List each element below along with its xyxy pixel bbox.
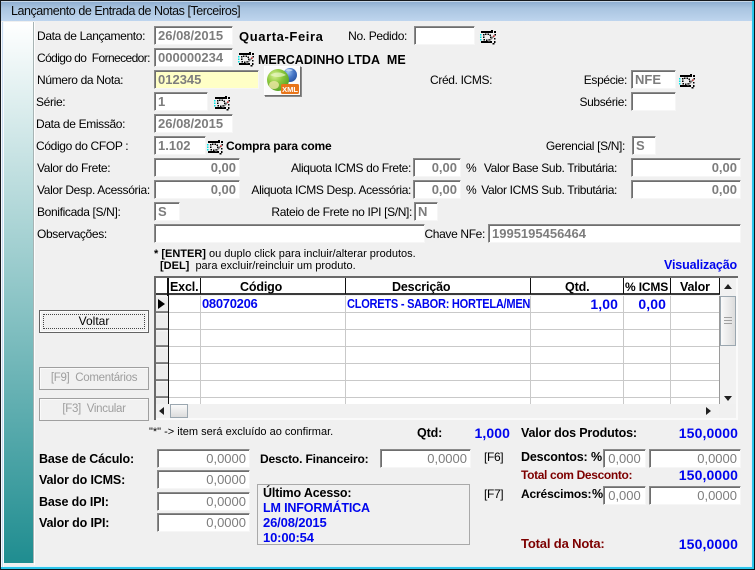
svg-text:XML: XML (282, 85, 298, 94)
